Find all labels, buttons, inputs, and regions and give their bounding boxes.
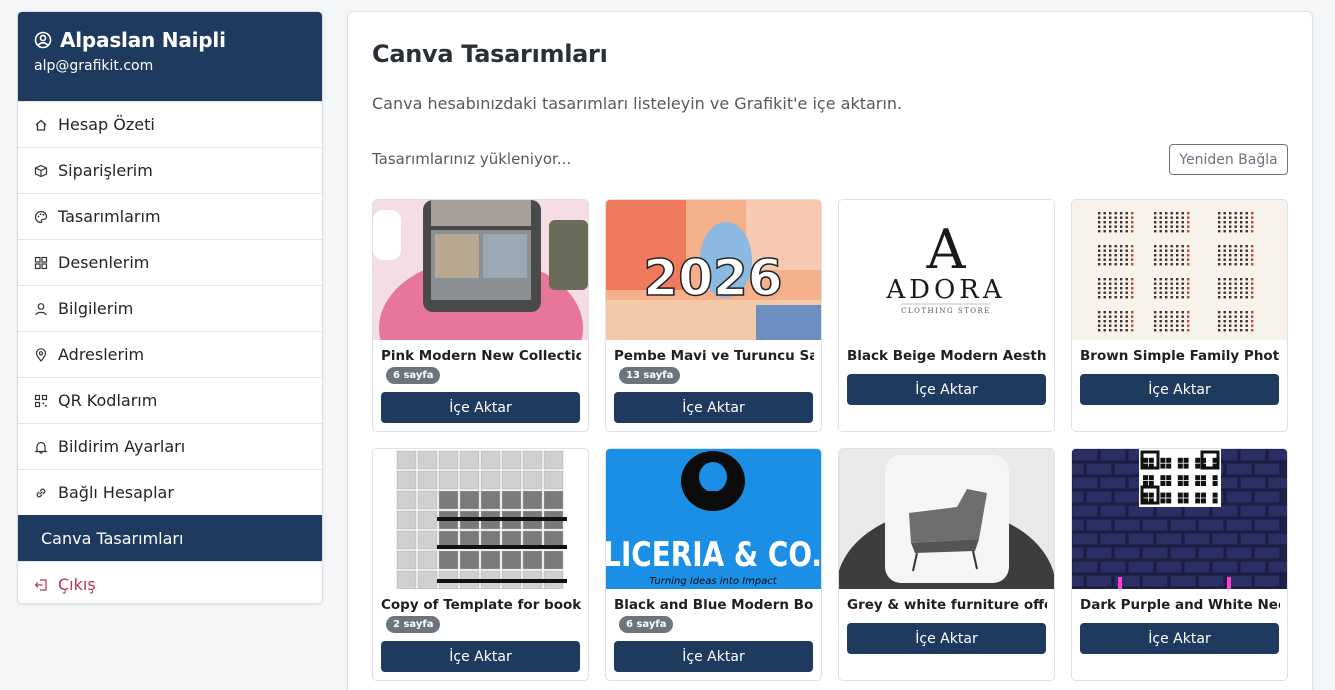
thumb-tagline-text: Turning Ideas into Impact [649, 576, 777, 587]
logout-icon [34, 578, 48, 592]
reconnect-button[interactable]: Yeniden Bağla [1169, 144, 1288, 175]
page-count-badge: 6 sayfa [386, 367, 441, 384]
design-thumbnail[interactable]: A ADORA CLOTHING STORE [839, 200, 1054, 340]
design-thumbnail[interactable] [1072, 200, 1287, 340]
import-button[interactable]: İçe Aktar [847, 623, 1046, 654]
sidebar-item-designs[interactable]: Tasarımlarım [18, 193, 322, 239]
design-title: Pembe Mavi ve Turuncu San [614, 348, 814, 364]
page-subtitle: Canva hesabınızdaki tasarımları listeley… [372, 94, 903, 113]
design-title: Grey & white furniture offer i [847, 597, 1047, 613]
design-card: Dark Purple and White Neon İçe Aktar [1071, 448, 1288, 681]
sidebar-item-label: Çıkış [58, 575, 96, 594]
sidebar-item-orders[interactable]: Siparişlerim [18, 147, 322, 193]
thumb-brand-text: LICERIA & CO. [606, 535, 821, 574]
import-button[interactable]: İçe Aktar [1080, 623, 1279, 654]
user-circle-icon [34, 31, 52, 49]
user-email: alp@grafikit.com [34, 58, 154, 74]
sidebar-item-qr-codes[interactable]: QR Kodlarım [18, 377, 322, 423]
sidebar-item-label: Siparişlerim [58, 161, 153, 180]
sidebar-item-label: Bildirim Ayarları [58, 437, 186, 456]
design-card: A ADORA CLOTHING STORE Black Beige Moder… [838, 199, 1055, 432]
sidebar-item-label: Desenlerim [58, 253, 150, 272]
import-button[interactable]: İçe Aktar [847, 374, 1046, 405]
sidebar-item-label: Bağlı Hesaplar [58, 483, 174, 502]
bell-icon [34, 440, 48, 454]
design-thumbnail[interactable] [373, 200, 588, 340]
import-button[interactable]: İçe Aktar [381, 641, 580, 672]
sidebar-item-addresses[interactable]: Adreslerim [18, 331, 322, 377]
sidebar-item-label: Tasarımlarım [58, 207, 161, 226]
page-count-badge: 6 sayfa [619, 616, 674, 633]
thumb-brand-text: ADORA [885, 275, 1005, 305]
thumb-tagline-text: CLOTHING STORE [901, 307, 991, 315]
sidebar-item-canva-designs[interactable]: Canva Tasarımları [18, 515, 322, 561]
design-card: Pink Modern New Collection 6 sayfa İçe A… [372, 199, 589, 432]
sidebar-item-label: Bilgilerim [58, 299, 134, 318]
design-thumbnail[interactable]: LICERIA & CO. Turning Ideas into Impact [606, 449, 821, 589]
design-thumbnail[interactable]: 2026 [606, 200, 821, 340]
design-card: Copy of Template for books 2 sayfa İçe A… [372, 448, 589, 681]
sidebar-item-label: Adreslerim [58, 345, 145, 364]
profile-header: Alpaslan Naipli alp@grafikit.com [18, 12, 322, 101]
thumb-year-text: 2026 [643, 249, 782, 307]
qr-code-icon [34, 394, 48, 408]
link-icon [34, 486, 48, 500]
sidebar-item-linked-accounts[interactable]: Bağlı Hesaplar [18, 469, 322, 515]
person-icon [34, 302, 48, 316]
design-title: Pink Modern New Collection [381, 348, 581, 364]
sidebar-item-label: QR Kodlarım [58, 391, 158, 410]
import-button[interactable]: İçe Aktar [614, 641, 813, 672]
design-title: Black and Blue Modern Bold [614, 597, 814, 613]
sidebar-item-notification-settings[interactable]: Bildirim Ayarları [18, 423, 322, 469]
account-sidebar: Alpaslan Naipli alp@grafikit.com Hesap Ö… [17, 11, 323, 604]
thumb-logo-letter: A [926, 218, 967, 281]
main-panel: Canva Tasarımları Canva hesabınızdaki ta… [347, 11, 1313, 690]
page-count-badge: 13 sayfa [619, 367, 681, 384]
design-card: 2026 Pembe Mavi ve Turuncu San 13 sayfa … [605, 199, 822, 432]
sidebar-item-label: Hesap Özeti [58, 115, 155, 134]
map-pin-icon [34, 347, 48, 362]
page-title: Canva Tasarımları [372, 40, 608, 68]
sidebar-item-logout[interactable]: Çıkış [18, 561, 322, 603]
import-button[interactable]: İçe Aktar [614, 392, 813, 423]
design-thumbnail[interactable] [839, 449, 1054, 589]
page-count-badge: 2 sayfa [386, 616, 441, 633]
import-button[interactable]: İçe Aktar [381, 392, 580, 423]
sidebar-item-account-summary[interactable]: Hesap Özeti [18, 101, 322, 147]
design-thumbnail[interactable] [1072, 449, 1287, 589]
design-title: Brown Simple Family Photo- [1080, 348, 1280, 364]
box-icon [34, 164, 48, 178]
import-button[interactable]: İçe Aktar [1080, 374, 1279, 405]
loading-status: Tasarımlarınız yükleniyor... [372, 150, 572, 168]
home-icon [34, 118, 48, 132]
design-thumbnail[interactable] [373, 449, 588, 589]
design-card: Grey & white furniture offer i İçe Aktar [838, 448, 1055, 681]
sidebar-item-label: Canva Tasarımları [41, 529, 184, 548]
design-card: Brown Simple Family Photo- İçe Aktar [1071, 199, 1288, 432]
user-name: Alpaslan Naipli [60, 28, 226, 52]
sidebar-item-profile-info[interactable]: Bilgilerim [18, 285, 322, 331]
sidebar-item-patterns[interactable]: Desenlerim [18, 239, 322, 285]
grid-icon [34, 256, 48, 270]
design-title: Dark Purple and White Neon [1080, 597, 1280, 613]
design-title: Black Beige Modern Aesthet [847, 348, 1047, 364]
design-title: Copy of Template for books [381, 597, 581, 613]
palette-icon [34, 210, 48, 224]
profile-name-row: Alpaslan Naipli [34, 28, 306, 52]
design-card: LICERIA & CO. Turning Ideas into Impact … [605, 448, 822, 681]
